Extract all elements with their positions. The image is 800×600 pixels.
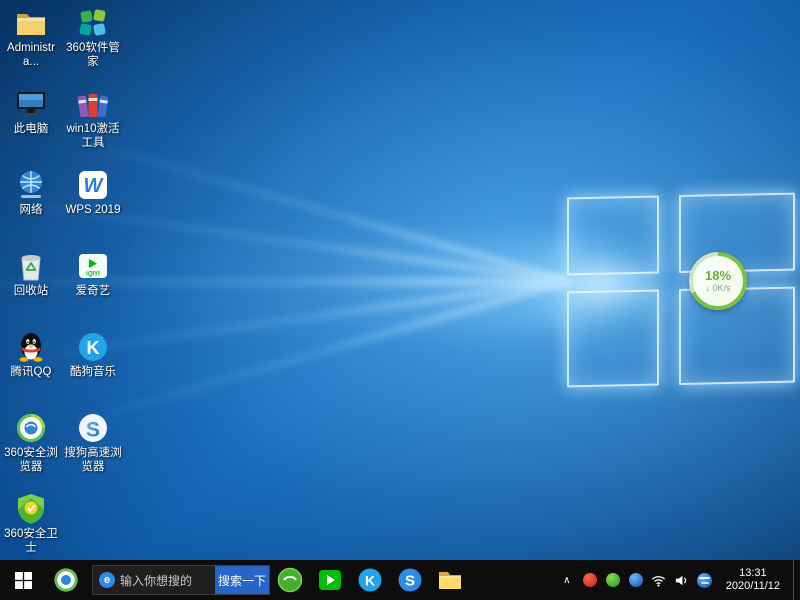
desktop-icon-network[interactable]: 网络: [0, 168, 62, 249]
shield-icon: [14, 492, 48, 526]
globe-network-icon: [14, 168, 48, 202]
globe-icon: [697, 573, 712, 588]
desktop-icon-label: WPS 2019: [66, 204, 121, 218]
down-arrow-icon: ↓: [705, 283, 710, 293]
desktop-icon-label: 腾讯QQ: [11, 366, 52, 380]
desktop-icon-label: 爱奇艺: [76, 285, 111, 299]
desktop-icon-label: 360软件管家: [62, 42, 124, 69]
svg-text:S: S: [86, 419, 100, 442]
360-browser-icon: [14, 411, 48, 445]
volume-icon[interactable]: [674, 572, 690, 588]
kugou-icon: K: [357, 567, 383, 593]
taskbar-360-guard-button[interactable]: [270, 560, 310, 600]
user-folder-icon: [14, 6, 48, 40]
red-badge-icon: [583, 573, 597, 587]
tray-app-icon[interactable]: [628, 572, 644, 588]
speaker-icon: [674, 573, 689, 588]
desktop-icon-iqiyi[interactable]: iQIYI 爱奇艺: [62, 249, 124, 330]
green-badge-icon: [606, 573, 620, 587]
earth-tray-icon[interactable]: [697, 572, 713, 588]
wps-w-icon: W: [76, 168, 110, 202]
start-button[interactable]: [0, 560, 46, 600]
taskbar-iqiyi-button[interactable]: [310, 560, 350, 600]
iqiyi-icon: [317, 567, 343, 593]
search-button[interactable]: 搜索一下: [215, 566, 269, 594]
search-input[interactable]: e 输入你想搜的: [93, 566, 215, 594]
kugou-k-icon: K: [76, 330, 110, 364]
desktop-icon-label: 360安全卫士: [0, 528, 62, 555]
download-speed-value: 0K/s: [713, 283, 731, 293]
desktop-icon-administrator[interactable]: Administra...: [0, 6, 62, 87]
show-desktop-button[interactable]: [793, 560, 798, 600]
taskbar-clock[interactable]: 13:31 2020/11/12: [720, 567, 786, 593]
svg-text:S: S: [405, 573, 415, 590]
file-explorer-icon: [437, 567, 463, 593]
desktop-icon-label: 网络: [20, 204, 43, 218]
desktop-icon-tencent-qq[interactable]: 腾讯QQ: [0, 330, 62, 411]
desktop-icon-recycle-bin[interactable]: 回收站: [0, 249, 62, 330]
taskbar-file-explorer-button[interactable]: [430, 560, 470, 600]
computer-monitor-icon: [14, 87, 48, 121]
sogou-s-icon: S: [76, 411, 110, 445]
desktop-icon-label: Administra...: [0, 42, 62, 69]
desktop-icon-label: 酷狗音乐: [70, 366, 116, 380]
desktop-icon-label: win10激活工具: [62, 123, 124, 150]
desktop-icon-kugou[interactable]: K 酷狗音乐: [62, 330, 124, 411]
desktop-icon-360-software-manager[interactable]: 360软件管家: [62, 6, 124, 87]
download-speed-readout: 18% ↓ 0K/s: [693, 256, 743, 306]
tray-security-icon[interactable]: [605, 572, 621, 588]
books-icon: [76, 87, 110, 121]
network-status-icon[interactable]: [651, 572, 667, 588]
windows-desktop: Administra... 此电脑 网络 回收站 腾讯QQ: [0, 0, 800, 600]
svg-text:K: K: [365, 573, 375, 589]
search-placeholder: 输入你想搜的: [120, 572, 192, 589]
sogou-icon: S: [397, 567, 423, 593]
wifi-icon: [651, 573, 666, 588]
clock-time: 13:31: [726, 567, 780, 580]
recycle-bin-icon: [14, 249, 48, 283]
desktop-icon-label: 此电脑: [14, 123, 49, 137]
desktop-icon-this-pc[interactable]: 此电脑: [0, 87, 62, 168]
360-guard-icon: [277, 567, 303, 593]
svg-text:K: K: [87, 338, 100, 358]
desktop-icon-sogou-browser[interactable]: S 搜狗高速浏览器: [62, 411, 124, 492]
desktop-icon-label: 搜狗高速浏览器: [62, 447, 124, 474]
download-speed-widget[interactable]: 18% ↓ 0K/s: [689, 252, 747, 310]
desktop-icon-grid: Administra... 此电脑 网络 回收站 腾讯QQ: [0, 6, 124, 573]
svg-text:W: W: [84, 175, 105, 197]
clock-date: 2020/11/12: [726, 580, 780, 593]
tiles-icon: [76, 6, 110, 40]
search-engine-icon: e: [99, 572, 115, 588]
download-speed-row: ↓ 0K/s: [705, 283, 730, 294]
taskbar-sogou-button[interactable]: S: [390, 560, 430, 600]
desktop-icon-label: 360安全浏览器: [0, 447, 62, 474]
desktop-icon-wps[interactable]: W WPS 2019: [62, 168, 124, 249]
taskbar-360-browser-button[interactable]: [46, 560, 86, 600]
tray-360-icon[interactable]: [582, 572, 598, 588]
svg-text:iQIYI: iQIYI: [86, 272, 100, 278]
taskbar-kugou-button[interactable]: K: [350, 560, 390, 600]
tray-expand-button[interactable]: ∧: [559, 572, 575, 588]
download-percent: 18%: [705, 269, 731, 283]
qq-penguin-icon: [14, 330, 48, 364]
blue-badge-icon: [629, 573, 643, 587]
taskbar-search-box: e 输入你想搜的 搜索一下: [92, 565, 270, 595]
taskbar: e 输入你想搜的 搜索一下 K S ∧: [0, 560, 800, 600]
desktop-icon-label: 回收站: [14, 285, 49, 299]
iqiyi-play-icon: iQIYI: [76, 249, 110, 283]
windows-logo-icon: [15, 572, 32, 589]
360-browser-icon: [53, 567, 79, 593]
desktop-icon-360-browser[interactable]: 360安全浏览器: [0, 411, 62, 492]
desktop-icon-win10-activation[interactable]: win10激活工具: [62, 87, 124, 168]
system-tray: ∧ 13:31 2020/11/12: [559, 560, 800, 600]
